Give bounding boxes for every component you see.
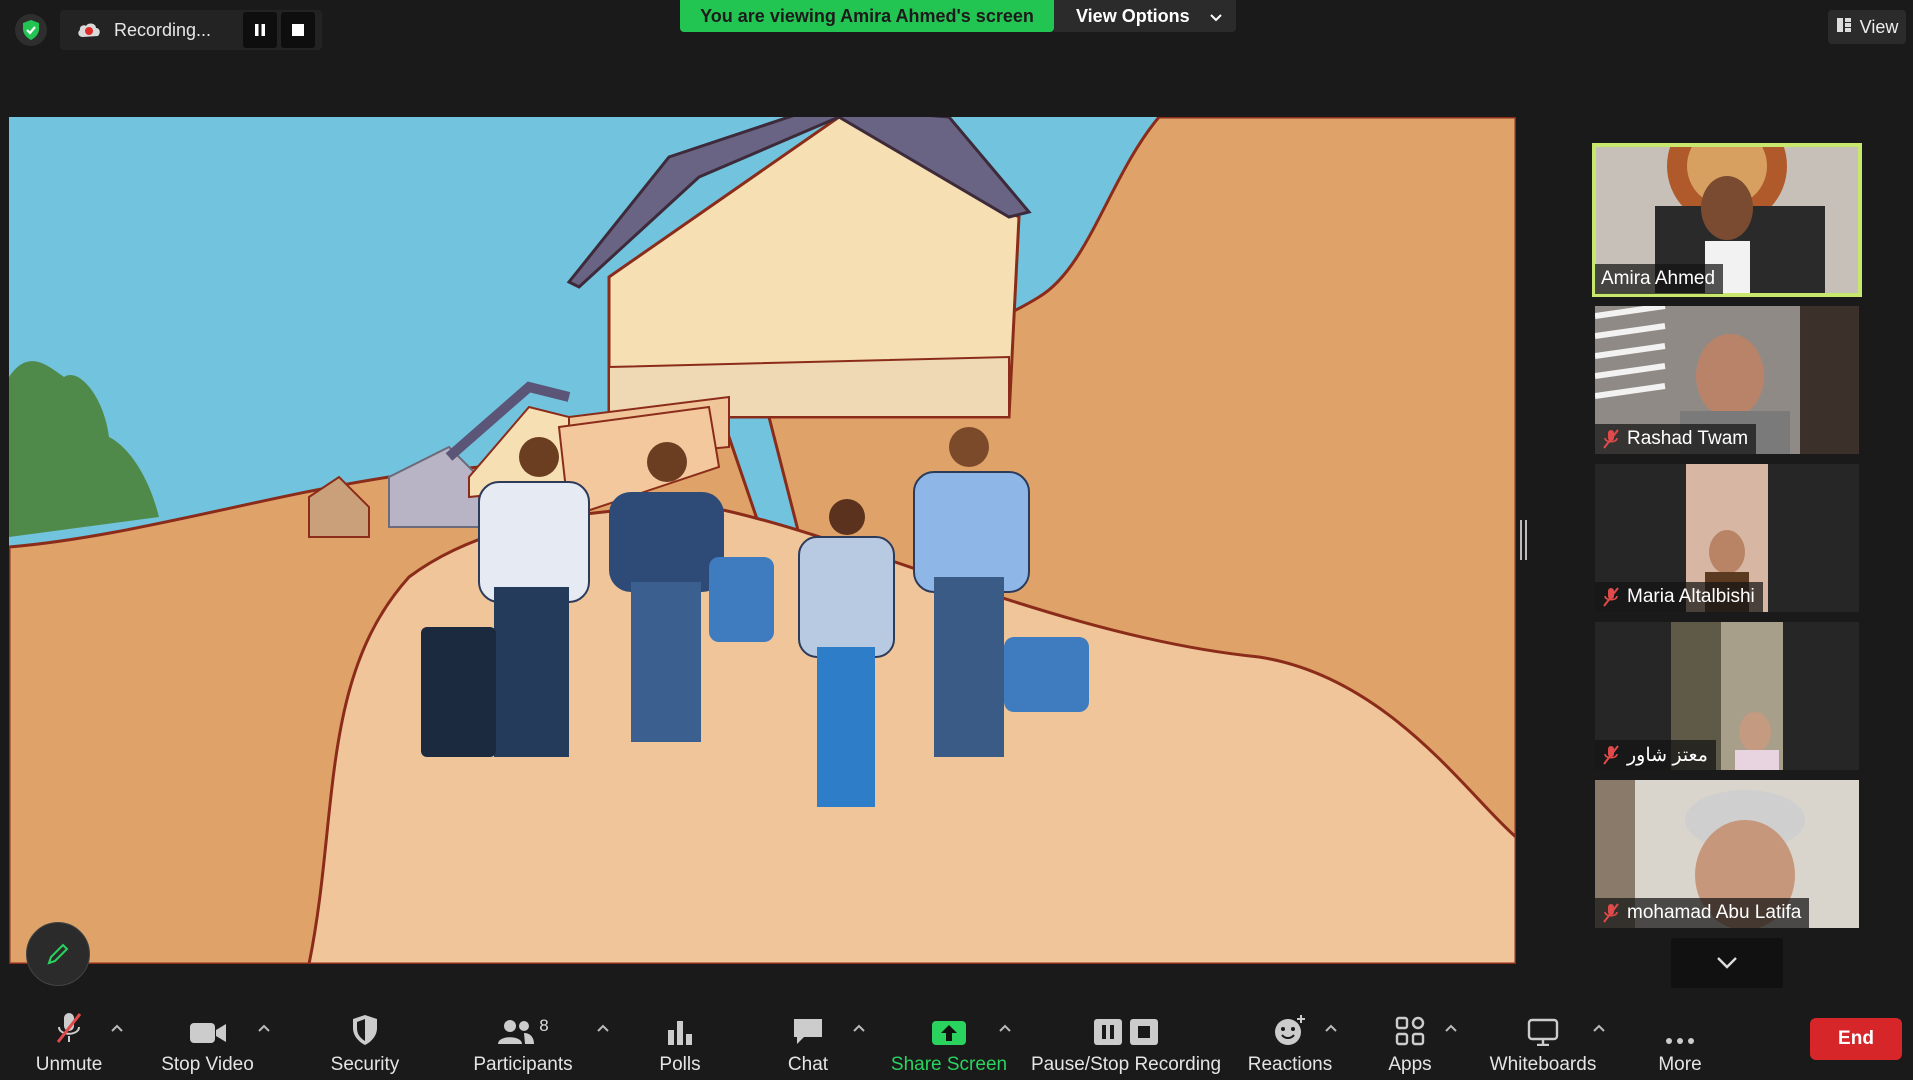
participant-name-tag: Amira Ahmed bbox=[1595, 264, 1724, 294]
security-button[interactable]: Security bbox=[320, 1000, 410, 1080]
chat-button[interactable]: Chat bbox=[768, 1000, 848, 1080]
pause-stop-recording-label: Pause/Stop Recording bbox=[1030, 1054, 1222, 1075]
participants-label: Participants bbox=[473, 1054, 573, 1075]
meeting-toolbar: Unmute Stop Video Security 8 Participant… bbox=[0, 1000, 1913, 1080]
security-label: Security bbox=[330, 1054, 400, 1075]
whiteboards-label: Whiteboards bbox=[1489, 1054, 1597, 1075]
share-screen-label: Share Screen bbox=[890, 1054, 1008, 1075]
muted-mic-icon bbox=[1603, 429, 1619, 449]
participant-name: mohamad Abu Latifa bbox=[1627, 902, 1802, 923]
participant-name-tag: Maria Altalbishi bbox=[1595, 582, 1763, 612]
chat-label: Chat bbox=[787, 1054, 829, 1075]
shared-illustration bbox=[9, 117, 1516, 964]
grid-layout-icon bbox=[1836, 17, 1852, 38]
participant-tile-amira-ahmed[interactable]: Amira Ahmed bbox=[1592, 143, 1862, 297]
recording-indicator: Recording... bbox=[60, 10, 322, 50]
security-shield-icon bbox=[353, 1015, 377, 1045]
participants-count: 8 bbox=[539, 1016, 549, 1035]
apps-label: Apps bbox=[1388, 1054, 1432, 1075]
share-screen-button[interactable]: Share Screen bbox=[886, 1000, 1012, 1080]
security-shield-icon[interactable] bbox=[15, 14, 47, 46]
view-layout-button[interactable]: View bbox=[1828, 10, 1906, 44]
participant-name-tag: mohamad Abu Latifa bbox=[1595, 898, 1810, 928]
participant-name: Rashad Twam bbox=[1627, 428, 1749, 449]
pause-icon bbox=[1094, 1019, 1122, 1045]
muted-mic-icon bbox=[1603, 903, 1619, 923]
more-button[interactable]: More bbox=[1640, 1000, 1720, 1080]
viewing-screen-banner: You are viewing Amira Ahmed's screen bbox=[680, 0, 1054, 32]
polls-button[interactable]: Polls bbox=[640, 1000, 720, 1080]
video-options-caret[interactable] bbox=[254, 1018, 274, 1038]
video-camera-icon bbox=[189, 1023, 226, 1043]
more-label: More bbox=[1658, 1054, 1702, 1075]
reactions-smiley-icon bbox=[1275, 1015, 1305, 1045]
polls-bar-chart-icon bbox=[668, 1021, 692, 1045]
apps-options-caret[interactable] bbox=[1441, 1018, 1461, 1038]
apps-button[interactable]: Apps bbox=[1370, 1000, 1450, 1080]
audio-options-caret[interactable] bbox=[107, 1018, 127, 1038]
participant-tile-moataz-shawer[interactable]: معتز شاور bbox=[1595, 622, 1859, 770]
participant-tile-rashad-twam[interactable]: Rashad Twam bbox=[1595, 306, 1859, 454]
participant-name: معتز شاور bbox=[1627, 744, 1708, 766]
muted-mic-icon bbox=[1603, 587, 1619, 607]
chevron-down-icon bbox=[1717, 957, 1737, 969]
whiteboards-button[interactable]: Whiteboards bbox=[1485, 1000, 1601, 1080]
polls-label: Polls bbox=[659, 1054, 701, 1075]
annotate-pencil-button[interactable] bbox=[26, 922, 90, 986]
recording-label: Recording... bbox=[114, 19, 212, 40]
stop-icon bbox=[1130, 1019, 1158, 1045]
stop-video-label: Stop Video bbox=[161, 1054, 254, 1075]
share-options-caret[interactable] bbox=[995, 1018, 1015, 1038]
unmute-button[interactable]: Unmute bbox=[24, 1000, 114, 1080]
participant-tile-maria-altalbishi[interactable]: Maria Altalbishi bbox=[1595, 464, 1859, 612]
participants-options-caret[interactable] bbox=[593, 1018, 613, 1038]
pause-recording-button[interactable] bbox=[243, 12, 277, 48]
share-screen-arrow-icon bbox=[932, 1021, 966, 1045]
pencil-icon bbox=[47, 943, 69, 965]
participant-tile-mohamad-abu-latifa[interactable]: mohamad Abu Latifa bbox=[1595, 780, 1859, 928]
whiteboards-options-caret[interactable] bbox=[1589, 1018, 1609, 1038]
pause-stop-recording-button[interactable]: Pause/Stop Recording bbox=[1030, 1000, 1222, 1080]
whiteboard-icon bbox=[1527, 1018, 1559, 1046]
shared-screen-content bbox=[9, 117, 1516, 964]
more-dots-icon bbox=[1666, 1038, 1694, 1044]
view-options-dropdown[interactable]: View Options bbox=[1054, 0, 1236, 32]
panel-resize-handle[interactable] bbox=[1520, 520, 1528, 560]
apps-icon bbox=[1395, 1016, 1425, 1046]
stop-recording-button[interactable] bbox=[281, 12, 315, 48]
chat-options-caret[interactable] bbox=[849, 1018, 869, 1038]
participant-name: Maria Altalbishi bbox=[1627, 586, 1755, 607]
unmute-label: Unmute bbox=[35, 1054, 103, 1075]
reactions-options-caret[interactable] bbox=[1321, 1018, 1341, 1038]
end-meeting-button[interactable]: End bbox=[1810, 1018, 1902, 1060]
participant-name-tag: Rashad Twam bbox=[1595, 424, 1757, 454]
reactions-label: Reactions bbox=[1247, 1054, 1333, 1075]
participants-icon bbox=[498, 1020, 535, 1044]
view-options-label: View Options bbox=[1076, 5, 1190, 26]
chat-bubble-icon bbox=[794, 1019, 822, 1044]
participant-name-tag: معتز شاور bbox=[1595, 740, 1716, 770]
participants-scroll-down-button[interactable] bbox=[1671, 938, 1783, 988]
muted-microphone-icon bbox=[56, 1013, 82, 1043]
cloud-recording-icon bbox=[76, 20, 102, 40]
muted-mic-icon bbox=[1603, 745, 1619, 765]
view-label: View bbox=[1859, 16, 1899, 37]
participants-button[interactable]: 8 Participants bbox=[470, 1000, 576, 1080]
participant-name: Amira Ahmed bbox=[1601, 268, 1716, 289]
stop-video-button[interactable]: Stop Video bbox=[155, 1000, 260, 1080]
chevron-down-icon bbox=[1210, 6, 1222, 27]
reactions-button[interactable]: Reactions bbox=[1246, 1000, 1334, 1080]
